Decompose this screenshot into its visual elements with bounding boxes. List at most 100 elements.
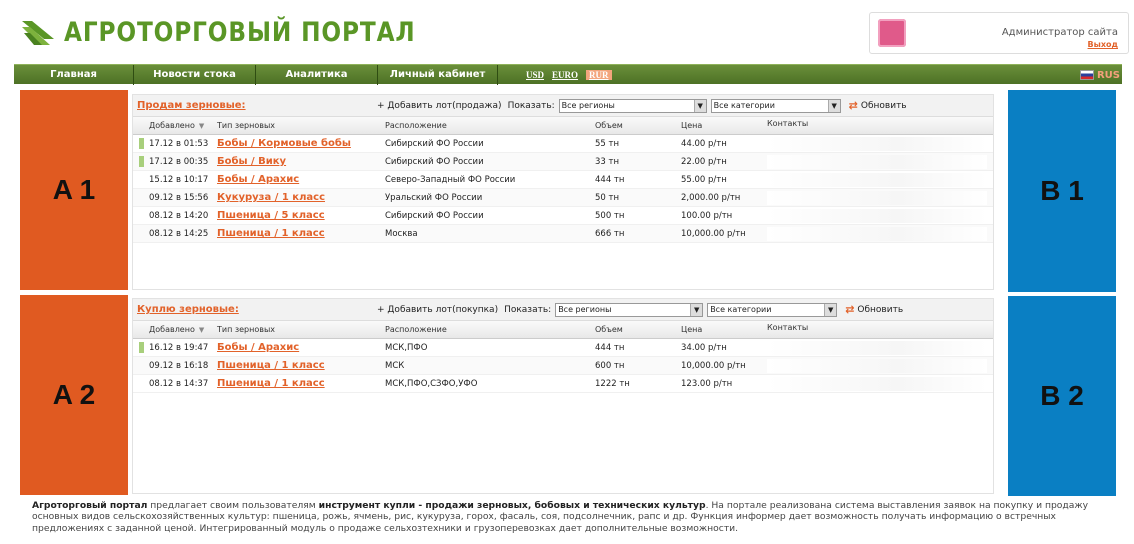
ad-block-b1[interactable]: B 1 bbox=[1008, 90, 1116, 292]
column-type[interactable]: Тип зерновых bbox=[217, 121, 385, 130]
column-contacts: Контакты bbox=[767, 118, 809, 128]
buy-panel: Куплю зерновые: + Добавить лот(покупка) … bbox=[132, 298, 994, 494]
new-marker-icon bbox=[138, 156, 144, 167]
row-volume: 1222 тн bbox=[595, 378, 630, 389]
description-part1: предлагает своим пользователям bbox=[147, 500, 319, 511]
nav-item-news[interactable]: Новости стока bbox=[134, 64, 256, 85]
sell-table-header: Добавлено ▼ Тип зерновых Расположение Объ… bbox=[133, 117, 993, 135]
column-volume[interactable]: Объем bbox=[595, 325, 681, 334]
row-price: 55.00 р/тн bbox=[681, 174, 727, 185]
add-buy-lot-button[interactable]: + Добавить лот(покупка) bbox=[377, 305, 498, 315]
show-label: Показать: bbox=[507, 100, 555, 111]
nav-item-home[interactable]: Главная bbox=[14, 64, 134, 85]
category-select-value: Все категории bbox=[713, 101, 775, 110]
row-type-link[interactable]: Пшеница / 1 класс bbox=[217, 360, 385, 371]
row-type-link[interactable]: Кукуруза / 1 класс bbox=[217, 192, 385, 203]
wheat-logo-icon bbox=[22, 21, 54, 45]
buy-panel-title[interactable]: Куплю зерновые: bbox=[137, 304, 377, 315]
logout-link[interactable]: Выход bbox=[1088, 40, 1118, 49]
row-price: 44.00 р/тн bbox=[681, 138, 727, 149]
row-type-link[interactable]: Пшеница / 1 класс bbox=[217, 228, 385, 239]
row-contacts bbox=[767, 172, 993, 187]
user-name: Администратор сайта bbox=[1001, 27, 1118, 38]
row-contacts bbox=[767, 340, 993, 355]
table-row: 08.12 в 14:37 Пшеница / 1 класс МСК,ПФО,СЗ… bbox=[133, 375, 993, 393]
column-contacts: Контакты bbox=[767, 322, 809, 332]
column-location[interactable]: Расположение bbox=[385, 325, 595, 334]
table-row: 08.12 в 14:25 Пшеница / 1 класс Москва 666 … bbox=[133, 225, 993, 243]
row-type-link[interactable]: Пшеница / 1 класс bbox=[217, 378, 385, 389]
row-date: 15.12 в 10:17 bbox=[149, 174, 209, 185]
row-type-link[interactable]: Бобы / Арахис bbox=[217, 174, 385, 185]
row-marker bbox=[133, 342, 149, 353]
sort-down-icon: ▼ bbox=[198, 326, 205, 334]
refresh-icon: ⇄ bbox=[845, 303, 855, 316]
add-sell-lot-button[interactable]: + Добавить лот(продажа) bbox=[377, 101, 502, 111]
refresh-button[interactable]: ⇄ Обновить bbox=[845, 303, 903, 316]
sell-panel-title[interactable]: Продам зерновые: bbox=[137, 100, 377, 111]
category-select[interactable]: Все категории ▼ bbox=[707, 302, 838, 317]
row-type-link[interactable]: Бобы / Вику bbox=[217, 156, 385, 167]
refresh-button[interactable]: ⇄ Обновить bbox=[849, 99, 907, 112]
nav-item-analytics[interactable]: Аналитика bbox=[256, 64, 378, 85]
row-contacts bbox=[767, 154, 993, 169]
region-select[interactable]: Все регионы ▼ bbox=[558, 98, 707, 113]
new-marker-icon bbox=[138, 342, 144, 353]
row-location: Северо-Западный ФО России bbox=[385, 174, 516, 185]
row-location: Уральский ФО России bbox=[385, 192, 483, 203]
column-location[interactable]: Расположение bbox=[385, 121, 595, 130]
row-location: МСК bbox=[385, 360, 405, 371]
row-volume: 55 тн bbox=[595, 138, 620, 149]
row-contacts bbox=[767, 136, 993, 151]
buy-table-header: Добавлено ▼ Тип зерновых Расположение Объ… bbox=[133, 321, 993, 339]
row-date: 17.12 в 01:53 bbox=[149, 138, 209, 149]
category-select[interactable]: Все категории ▼ bbox=[710, 98, 841, 113]
chevron-down-icon: ▼ bbox=[824, 303, 837, 316]
row-price: 10,000.00 р/тн bbox=[681, 228, 746, 239]
row-price: 34.00 р/тн bbox=[681, 342, 727, 353]
row-location: Сибирский ФО России bbox=[385, 138, 484, 149]
nav-item-cabinet[interactable]: Личный кабинет bbox=[378, 64, 498, 85]
region-select[interactable]: Все регионы ▼ bbox=[555, 302, 704, 317]
avatar[interactable] bbox=[878, 19, 906, 47]
logo[interactable]: АГРОТОРГОВЫЙ ПОРТАЛ bbox=[20, 14, 473, 50]
row-price: 22.00 р/тн bbox=[681, 156, 727, 167]
column-added[interactable]: Добавлено ▼ bbox=[149, 325, 217, 334]
row-contacts bbox=[767, 208, 993, 223]
row-location: МСК,ПФО bbox=[385, 342, 428, 353]
region-select-value: Все регионы bbox=[561, 101, 615, 110]
row-volume: 444 тн bbox=[595, 174, 625, 185]
row-type-link[interactable]: Пшеница / 5 класс bbox=[217, 210, 385, 221]
column-volume[interactable]: Объем bbox=[595, 121, 681, 130]
language-switch[interactable]: RUS bbox=[1079, 65, 1120, 85]
row-price: 100.00 р/тн bbox=[681, 210, 733, 221]
row-date: 17.12 в 00:35 bbox=[149, 156, 209, 167]
row-type-link[interactable]: Бобы / Кормовые бобы bbox=[217, 138, 385, 149]
currency-euro[interactable]: EURO bbox=[552, 70, 578, 80]
ad-block-a2[interactable]: A 2 bbox=[20, 295, 128, 495]
row-location: МСК,ПФО,СЗФО,УФО bbox=[385, 378, 478, 389]
ad-block-a1[interactable]: A 1 bbox=[20, 90, 128, 290]
category-select-value: Все категории bbox=[710, 305, 772, 314]
row-price: 123.00 р/тн bbox=[681, 378, 733, 389]
row-location: Сибирский ФО России bbox=[385, 156, 484, 167]
site-description: Агроторговый портал предлагает своим пол… bbox=[32, 500, 1102, 534]
row-type-link[interactable]: Бобы / Арахис bbox=[217, 342, 385, 353]
table-row: 09.12 в 15:56 Кукуруза / 1 класс Уральский… bbox=[133, 189, 993, 207]
column-price[interactable]: Цена bbox=[681, 121, 767, 130]
column-price[interactable]: Цена bbox=[681, 325, 767, 334]
row-volume: 600 тн bbox=[595, 360, 625, 371]
row-location: Москва bbox=[385, 228, 418, 239]
show-label: Показать: bbox=[504, 304, 552, 315]
column-type[interactable]: Тип зерновых bbox=[217, 325, 385, 334]
row-volume: 33 тн bbox=[595, 156, 620, 167]
column-added[interactable]: Добавлено ▼ bbox=[149, 121, 217, 130]
refresh-icon: ⇄ bbox=[848, 99, 858, 112]
row-date: 08.12 в 14:25 bbox=[149, 228, 209, 239]
description-highlight: инструмент купли - продажи зерновых, боб… bbox=[318, 500, 706, 511]
row-date: 08.12 в 14:20 bbox=[149, 210, 209, 221]
currency-usd[interactable]: USD bbox=[526, 70, 544, 80]
chevron-down-icon: ▼ bbox=[693, 99, 706, 112]
currency-rur[interactable]: RUR bbox=[586, 69, 612, 80]
ad-block-b2[interactable]: B 2 bbox=[1008, 296, 1116, 496]
